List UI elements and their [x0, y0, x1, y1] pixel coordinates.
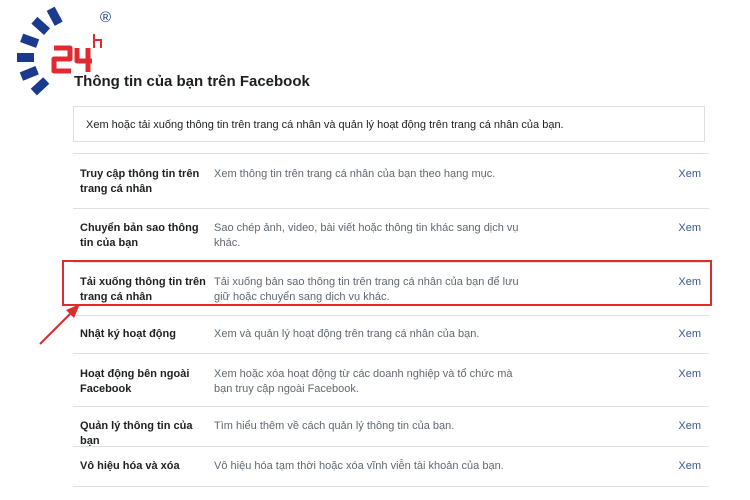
row-description: Vô hiệu hóa tạm thời hoặc xóa vĩnh viễn …	[214, 460, 504, 472]
view-link[interactable]: Xem	[678, 459, 701, 474]
view-link[interactable]: Xem	[678, 275, 701, 290]
annotation-arrow-icon	[39, 304, 80, 345]
settings-row-activity-log[interactable]: Nhật ký hoạt động Xem và quản lý hoạt độ…	[73, 316, 709, 354]
view-link[interactable]: Xem	[678, 327, 701, 342]
row-title: Truy cập thông tin trên trang cá nhân	[80, 168, 200, 195]
view-link[interactable]: Xem	[678, 367, 701, 382]
row-description: Tìm hiểu thêm về cách quản lý thông tin …	[214, 420, 455, 432]
logo-arc-icon	[17, 6, 63, 96]
settings-list: Truy cập thông tin trên trang cá nhân Xe…	[73, 153, 709, 487]
row-title: Nhật ký hoạt động	[80, 328, 176, 340]
row-title: Vô hiệu hóa và xóa	[80, 460, 180, 472]
row-title: Chuyển bản sao thông tin của bạn	[80, 222, 199, 249]
page-title: Thông tin của bạn trên Facebook	[74, 73, 310, 90]
registered-mark: ®	[100, 9, 111, 26]
row-title: Hoạt động bên ngoài Facebook	[80, 368, 190, 395]
row-description: Sao chép ảnh, video, bài viết hoặc thông…	[214, 222, 519, 249]
settings-row-off-facebook-activity[interactable]: Hoạt động bên ngoài Facebook Xem hoặc xó…	[73, 354, 709, 407]
row-title: Quản lý thông tin của bạn	[80, 420, 193, 447]
settings-row-access-info[interactable]: Truy cập thông tin trên trang cá nhân Xe…	[73, 154, 709, 209]
view-link[interactable]: Xem	[678, 221, 701, 236]
settings-row-download-info[interactable]: Tải xuống thông tin trên trang cá nhân T…	[73, 263, 709, 316]
view-link[interactable]: Xem	[678, 419, 701, 434]
row-description: Xem thông tin trên trang cá nhân của bạn…	[214, 168, 496, 180]
row-description: Xem và quản lý hoạt động trên trang cá n…	[214, 328, 480, 340]
row-description: Xem hoặc xóa hoạt động từ các doanh nghi…	[214, 368, 513, 395]
logo-24-icon	[51, 45, 92, 74]
view-link[interactable]: Xem	[678, 167, 701, 182]
settings-row-manage-info[interactable]: Quản lý thông tin của bạn Tìm hiểu thêm …	[73, 407, 709, 447]
intro-description: Xem hoặc tải xuống thông tin trên trang …	[73, 106, 705, 142]
settings-row-deactivate-delete[interactable]: Vô hiệu hóa và xóa Vô hiệu hóa tạm thời …	[73, 447, 709, 487]
settings-row-transfer-copy[interactable]: Chuyển bản sao thông tin của bạn Sao ché…	[73, 209, 709, 263]
row-title: Tải xuống thông tin trên trang cá nhân	[80, 276, 206, 303]
row-description: Tải xuống bản sao thông tin trên trang c…	[214, 276, 519, 303]
